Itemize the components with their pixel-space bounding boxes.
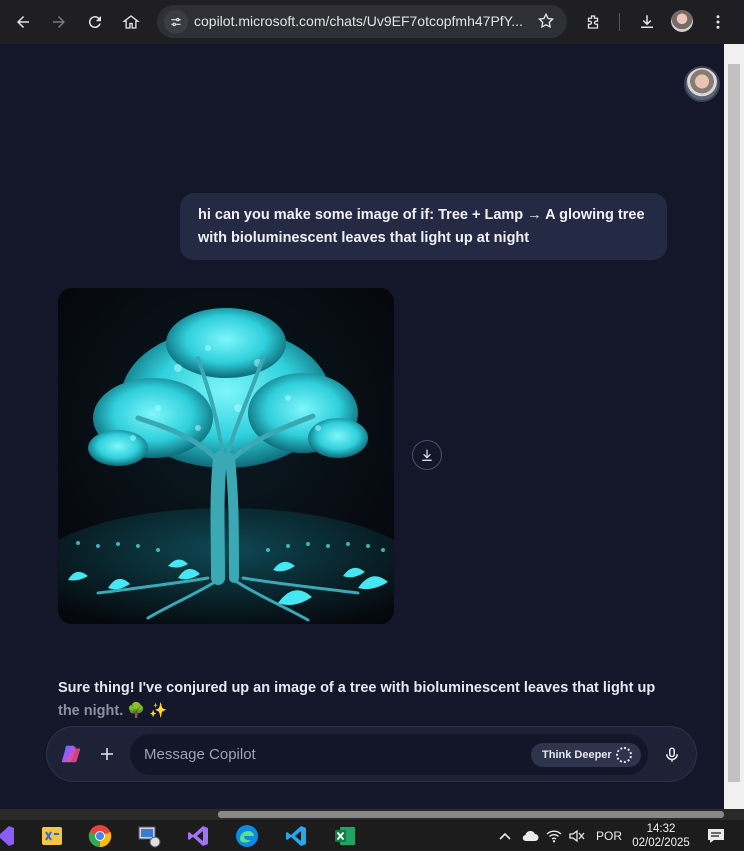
think-deeper-icon (616, 747, 632, 763)
glowing-tree-illustration (58, 288, 394, 624)
chevron-up-icon[interactable] (498, 831, 512, 841)
language-indicator[interactable]: POR (596, 829, 622, 843)
forward-button[interactable] (45, 8, 73, 36)
back-button[interactable] (9, 8, 37, 36)
edge-icon[interactable] (235, 824, 259, 848)
microphone-button[interactable] (660, 742, 684, 768)
browser-window: copilot.microsoft.com/chats/Uv9EF7otcopf… (0, 0, 744, 851)
toolbar-divider (619, 13, 620, 31)
clock-time: 14:32 (646, 823, 676, 835)
browser-toolbar: copilot.microsoft.com/chats/Uv9EF7otcopf… (0, 0, 744, 44)
notifications-icon[interactable] (707, 828, 725, 844)
excel-icon[interactable] (333, 824, 357, 848)
horizontal-scrollbar[interactable] (0, 809, 744, 820)
puzzle-icon (587, 15, 599, 29)
browser-menu-button[interactable] (704, 8, 732, 36)
bookmark-star-icon[interactable] (537, 12, 555, 35)
clock-date: 02/02/2025 (632, 837, 690, 849)
extensions-button[interactable] (579, 8, 607, 36)
wifi-icon[interactable] (546, 829, 562, 843)
generated-image[interactable] (58, 288, 394, 624)
visual-studio-icon[interactable] (186, 824, 210, 848)
assistant-reply: Sure thing! I've conjured up an image of… (58, 677, 658, 723)
message-input-wrapper: Think Deeper (130, 734, 648, 775)
think-deeper-label: Think Deeper (542, 749, 612, 761)
chrome-icon[interactable] (88, 824, 112, 848)
download-icon (641, 15, 653, 28)
download-icon (422, 449, 432, 461)
assistant-reply-line-1: Sure thing! I've conjured up an image of… (58, 680, 656, 696)
system-clock[interactable]: 14:32 02/02/2025 (629, 822, 693, 850)
app-tools-icon[interactable] (40, 824, 64, 848)
home-icon (122, 15, 140, 29)
assistant-reply-line-2: the night. 🌳 ✨ (58, 703, 168, 719)
volume-muted-icon[interactable] (568, 829, 586, 843)
arrow-right-icon (53, 16, 65, 28)
reload-icon (88, 16, 101, 29)
reload-button[interactable] (81, 8, 109, 36)
arrow-left-icon (17, 16, 29, 28)
message-composer: Think Deeper (46, 726, 697, 782)
vscode-icon[interactable] (284, 824, 308, 848)
user-avatar[interactable] (684, 66, 720, 102)
user-message: hi can you make some image of if: Tree +… (180, 193, 667, 260)
visual-studio-icon[interactable] (0, 824, 16, 848)
add-attachment-button[interactable] (94, 741, 120, 767)
microphone-icon (666, 747, 678, 762)
cloud-icon[interactable] (521, 830, 539, 842)
vertical-scrollbar[interactable] (724, 44, 744, 809)
message-input[interactable] (144, 734, 524, 775)
remote-desktop-icon[interactable] (137, 824, 161, 848)
plus-icon (101, 748, 113, 760)
windows-taskbar: POR 14:32 02/02/2025 (0, 820, 744, 851)
think-deeper-button[interactable]: Think Deeper (531, 743, 641, 767)
site-info-icon[interactable] (164, 10, 188, 34)
download-image-button[interactable] (412, 440, 442, 470)
copilot-logo-icon[interactable] (60, 743, 82, 765)
horizontal-scroll-thumb[interactable] (218, 811, 724, 818)
copilot-chat-page: hi can you make some image of if: Tree +… (0, 44, 724, 809)
url-text[interactable]: copilot.microsoft.com/chats/Uv9EF7otcopf… (194, 13, 534, 29)
kebab-menu-icon (716, 15, 720, 29)
home-button[interactable] (117, 8, 145, 36)
address-bar[interactable]: copilot.microsoft.com/chats/Uv9EF7otcopf… (157, 5, 567, 38)
profile-avatar[interactable] (671, 10, 693, 32)
vertical-scroll-thumb[interactable] (728, 64, 740, 782)
downloads-button[interactable] (633, 8, 661, 36)
